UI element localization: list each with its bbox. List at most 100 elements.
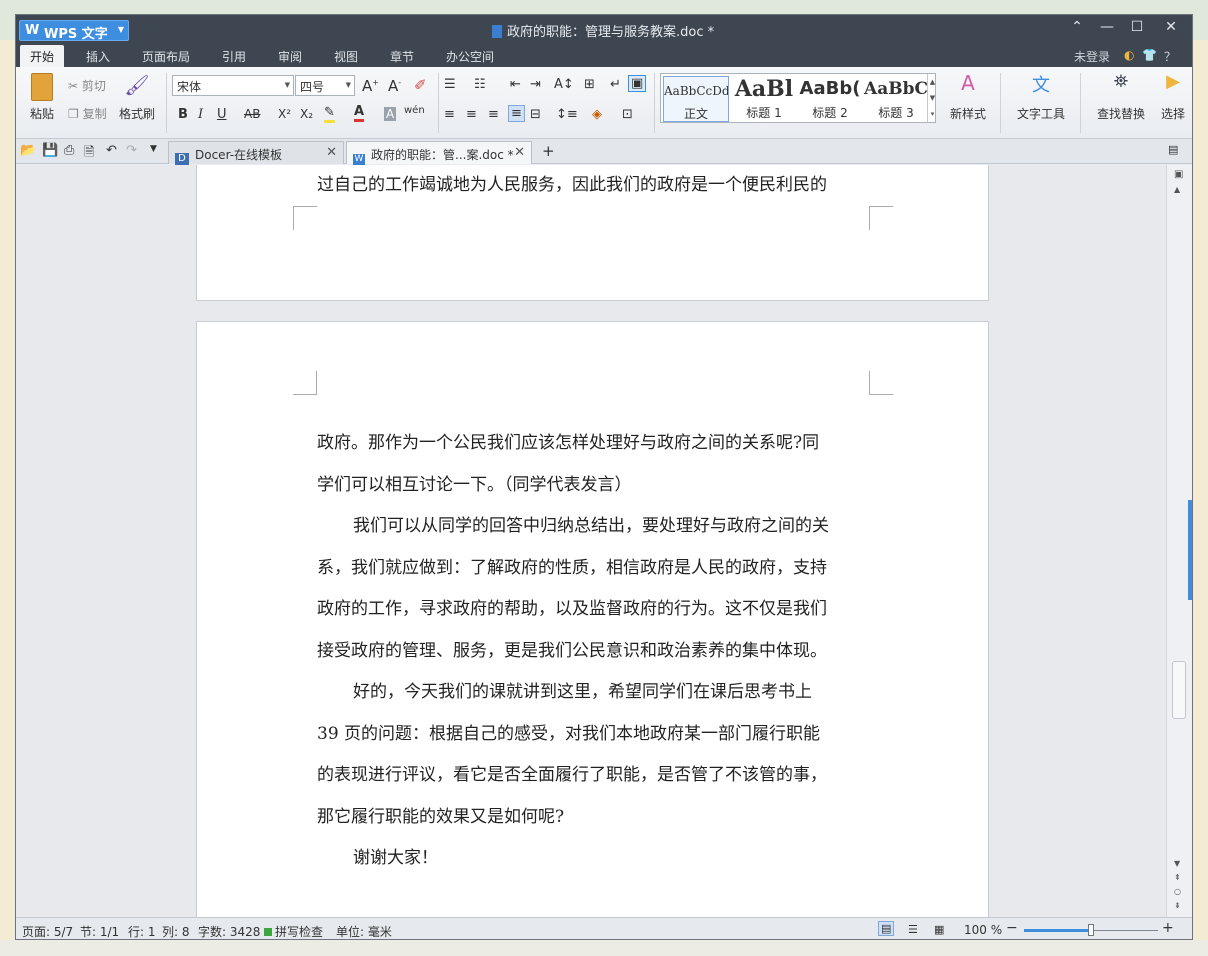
align-left-icon[interactable]: ≡ [444, 107, 455, 122]
zoom-level[interactable]: 100 % [964, 923, 1002, 937]
scroll-up-icon[interactable]: ▲ [1174, 185, 1180, 194]
browse-object-icon[interactable]: ○ [1174, 887, 1181, 896]
char-shading-button[interactable]: A [384, 107, 397, 121]
document-line[interactable]: 学们可以相互讨论一下。（同学代表发言） [317, 470, 873, 495]
bullet-list-icon[interactable]: ☰ [444, 77, 456, 92]
status-word-count[interactable]: 字数: 3428 [198, 923, 260, 939]
redo-icon[interactable]: ↷ [126, 143, 137, 158]
print-icon[interactable]: ⎙ [64, 143, 74, 158]
numbered-list-icon[interactable]: ☷ [474, 77, 486, 92]
style-normal[interactable]: AaBbCcDd 正文 [663, 76, 729, 122]
outline-view-icon[interactable]: ☰ [908, 923, 918, 936]
underline-button[interactable]: U [217, 107, 227, 122]
cut-button[interactable]: ✂ 剪切 [68, 77, 106, 94]
text-direction-icon[interactable]: A↕ [554, 77, 574, 92]
superscript-button[interactable]: X² [278, 107, 291, 121]
bold-button[interactable]: B [178, 107, 188, 122]
subscript-button[interactable]: X₂ [300, 107, 313, 121]
grow-font-icon[interactable]: A+ [362, 77, 379, 95]
next-page-icon[interactable]: ⇟ [1174, 901, 1181, 910]
align-right-icon[interactable]: ≡ [488, 107, 499, 122]
document-line[interactable]: 政府的工作，寻求政府的帮助，以及监督政府的行为。这不仅是我们 [317, 594, 873, 619]
document-line[interactable]: 好的，今天我们的课就讲到这里，希望同学们在课后思考书上 [353, 677, 909, 702]
print-preview-icon[interactable]: 🗎 [84, 143, 94, 165]
paragraph-settings-icon[interactable]: ▣ [628, 75, 647, 92]
minimize-button[interactable]: — [1092, 19, 1122, 35]
new-tab-plus-icon[interactable]: + [542, 142, 555, 160]
decrease-indent-icon[interactable]: ⇤ [510, 77, 521, 92]
scroll-thumb[interactable] [1172, 661, 1186, 719]
close-tab-icon[interactable]: ✕ [514, 145, 525, 160]
tab-references[interactable]: 引用 [222, 48, 246, 65]
tab-insert[interactable]: 插入 [86, 48, 110, 65]
help-button[interactable]: ？ [1164, 48, 1176, 65]
tab-view[interactable]: 视图 [334, 48, 358, 65]
document-line[interactable]: 过自己的工作竭诚地为人民服务，因此我们的政府是一个便民利民的 [317, 170, 873, 195]
select-button[interactable]: ▶ 选择 [1156, 71, 1190, 122]
justify-icon[interactable]: ≡ [508, 105, 525, 122]
increase-indent-icon[interactable]: ⇥ [530, 77, 541, 92]
document-line[interactable]: 谢谢大家！ [353, 843, 909, 868]
zoom-out-icon[interactable]: − [1006, 920, 1018, 936]
highlight-icon[interactable]: ✎ [324, 105, 335, 123]
new-style-button[interactable]: A 新样式 [940, 71, 996, 122]
page-view-icon[interactable]: ▣ [1174, 169, 1183, 180]
font-name-select[interactable]: 宋体 ▼ [172, 75, 294, 96]
document-line[interactable]: 39 页的问题：根据自己的感受，对我们本地政府某一部门履行职能 [317, 719, 873, 744]
font-size-select[interactable]: 四号 ▼ [295, 75, 355, 96]
shirt-icon[interactable]: 👕 [1142, 48, 1157, 62]
tab-office-space[interactable]: 办公空间 [446, 48, 494, 65]
status-page[interactable]: 页面: 5/7 [22, 923, 73, 939]
document-line[interactable]: 接受政府的管理、服务，更是我们公民意识和政治素养的集中体现。 [317, 636, 873, 661]
style-heading-2[interactable]: AaBb( 标题 2 [797, 76, 863, 122]
open-folder-icon[interactable]: 📂 [20, 143, 36, 158]
maximize-button[interactable]: ☐ [1122, 19, 1152, 35]
web-view-icon[interactable]: ▦ [934, 923, 944, 936]
document-line[interactable]: 系，我们就应做到：了解政府的性质，相信政府是人民的政府，支持 [317, 553, 873, 578]
font-color-button[interactable]: A [354, 104, 365, 122]
close-button[interactable]: ✕ [1156, 19, 1186, 35]
close-tab-icon[interactable]: ✕ [326, 145, 337, 160]
find-replace-button[interactable]: ⛯ 查找替换 [1086, 71, 1156, 122]
side-panel-handle[interactable] [1188, 500, 1192, 600]
document-line[interactable]: 政府。那作为一个公民我们应该怎样处理好与政府之间的关系呢?同 [317, 428, 873, 453]
page-view-mode-icon[interactable]: ▤ [878, 921, 895, 936]
styles-scroll[interactable]: ▲ ▼ ▾ [927, 74, 937, 122]
line-spacing-icon[interactable]: ↕≡ [556, 107, 578, 122]
status-unit[interactable]: 单位: 毫米 [336, 923, 392, 939]
app-menu-button[interactable]: W WPS 文字 ▼ [19, 20, 129, 42]
tab-list-icon[interactable]: ▤ [1168, 143, 1178, 156]
table-icon[interactable]: ⊞ [584, 77, 595, 92]
zoom-in-icon[interactable]: + [1162, 920, 1174, 936]
document-line[interactable]: 那它履行职能的效果又是如何呢? [317, 802, 873, 827]
tab-page-layout[interactable]: 页面布局 [142, 48, 190, 65]
text-tools-button[interactable]: 文 文字工具 [1006, 71, 1076, 122]
undo-icon[interactable]: ↶ [106, 143, 117, 158]
scroll-down-icon[interactable]: ▼ [1174, 859, 1180, 868]
format-painter-button[interactable]: 🖌 格式刷 [116, 73, 158, 122]
customize-chevron-down-icon[interactable]: ▼ [150, 144, 157, 154]
spell-check-button[interactable]: 拼写检查 [264, 923, 323, 939]
italic-button[interactable]: I [198, 107, 203, 122]
collapse-ribbon-button[interactable]: ⌃ [1062, 19, 1092, 35]
paste-button[interactable]: 粘贴 [24, 73, 60, 122]
copy-button[interactable]: ❐ 复制 [68, 105, 107, 122]
tab-review[interactable]: 审阅 [278, 48, 302, 65]
shrink-font-icon[interactable]: A- [388, 77, 401, 95]
document-line[interactable]: 的表现进行评议，看它是否全面履行了职能，是否管了不该管的事， [317, 760, 873, 785]
phonetic-guide-button[interactable]: wén [404, 105, 425, 116]
clear-format-icon[interactable]: ✐ [414, 76, 427, 94]
save-icon[interactable]: 💾 [42, 143, 58, 158]
style-heading-3[interactable]: AaBbC 标题 3 [863, 76, 929, 122]
tab-document[interactable]: W 政府的职能：管...案.doc * ✕ [346, 141, 532, 168]
distribute-icon[interactable]: ⊟ [530, 107, 541, 122]
strikethrough-button[interactable]: AB [244, 107, 260, 121]
zoom-slider-knob[interactable] [1088, 924, 1094, 936]
tab-docer-templates[interactable]: D Docer-在线模板 ✕ [168, 141, 344, 167]
tab-start[interactable]: 开始 [20, 45, 65, 67]
shading-icon[interactable]: ◈ [592, 107, 602, 122]
align-center-icon[interactable]: ≡ [466, 107, 477, 122]
style-heading-1[interactable]: AaBl 标题 1 [731, 76, 797, 122]
login-link[interactable]: 未登录 [1074, 48, 1110, 65]
prev-page-icon[interactable]: ⇞ [1174, 873, 1181, 882]
